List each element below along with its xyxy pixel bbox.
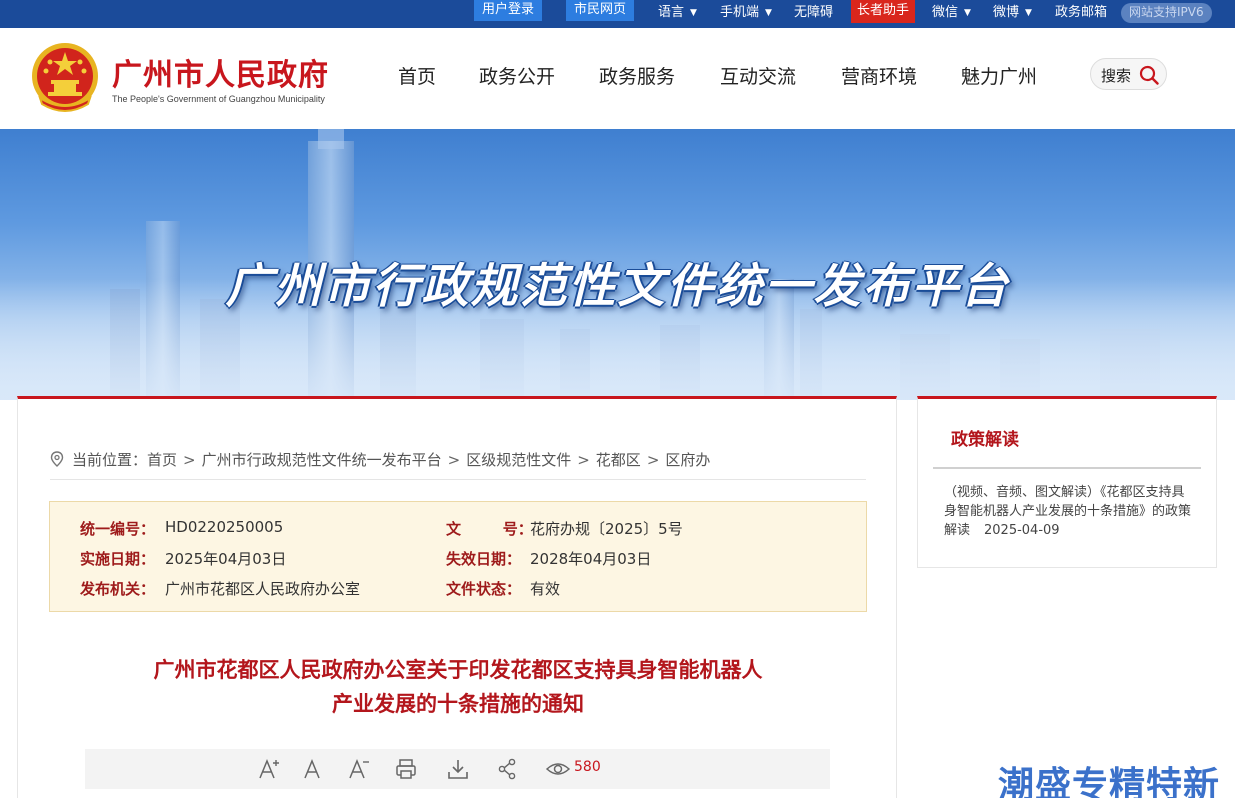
breadcrumb-separator: > [646, 451, 660, 469]
breadcrumb-district-docs[interactable]: 区级规范性文件 [466, 451, 571, 469]
breadcrumb: 当前位置：首页 > 广州市行政规范性文件统一发布平台 > 区级规范性文件 > 花都区 > 区府办 [50, 449, 710, 470]
breadcrumb-home[interactable]: 首页 [147, 451, 177, 469]
document-title: 广州市花都区人民政府办公室关于印发花都区支持具身智能机器人 产业发展的十条措施的… [18, 653, 898, 721]
breadcrumb-divider [50, 479, 866, 480]
nav-item-home[interactable]: 首页 [398, 62, 436, 89]
docno-label: 文 号： [446, 520, 533, 538]
document-toolbar: 580 [85, 749, 830, 789]
policy-interpretation-link[interactable]: （视频、音频、图文解读）《花都区支持具身智能机器人产业发展的十条措施》的政策解读… [944, 483, 1194, 540]
status-label: 文件状态： [446, 580, 522, 598]
font-decrease-icon[interactable] [347, 757, 371, 781]
panel-divider [933, 467, 1201, 469]
weibo-menu[interactable]: 微博 ▼ [993, 0, 1032, 28]
site-header: 广州市人民政府 The People's Government of Guang… [0, 28, 1235, 129]
download-icon[interactable] [446, 757, 470, 781]
issuer-label: 发布机关： [80, 580, 156, 598]
font-increase-icon[interactable] [257, 757, 281, 781]
docno-value: 花府办规〔2025〕5号 [530, 520, 683, 538]
serial-label: 统一编号： [80, 520, 156, 538]
status-value: 有效 [530, 580, 561, 598]
breadcrumb-separator: > [183, 451, 196, 469]
main-panel: 当前位置：首页 > 广州市行政规范性文件统一发布平台 > 区级规范性文件 > 花都区 > 区府办… [17, 396, 897, 798]
policy-interpretation-date: 2025-04-09 [984, 523, 1060, 538]
print-icon[interactable] [394, 757, 418, 781]
watermark-text: 潮盛专精特新 [998, 765, 1221, 798]
breadcrumb-office[interactable]: 区府办 [665, 451, 710, 469]
chevron-down-icon: ▼ [1025, 8, 1032, 18]
breadcrumb-separator: > [577, 451, 590, 469]
document-info-box: 统一编号： HD0220250005 文 号： 花府办规〔2025〕5号 实施日… [49, 501, 867, 612]
breadcrumb-separator: > [447, 451, 461, 469]
mobile-label: 手机端 [720, 5, 760, 20]
breadcrumb-prefix: 当前位置： [72, 451, 148, 469]
search-icon [1139, 65, 1159, 85]
banner-title: 广州市行政规范性文件统一发布平台 [225, 259, 1010, 314]
issuer-value: 广州市花都区人民政府办公室 [165, 580, 361, 598]
site-subtitle: The People's Government of Guangzhou Mun… [112, 94, 325, 104]
nav-item-charm[interactable]: 魅力广州 [961, 62, 1037, 89]
accessibility-link[interactable]: 无障碍 [794, 0, 833, 28]
language-label: 语言 [658, 5, 685, 20]
wechat-menu[interactable]: 微信 ▼ [932, 0, 971, 28]
weibo-label: 微博 [993, 5, 1020, 20]
nav-item-business[interactable]: 营商环境 [841, 62, 917, 89]
citizen-page-button[interactable]: 市民网页 [566, 0, 635, 21]
document-title-line-2: 产业发展的十条措施的通知 [332, 692, 584, 716]
policy-interpretation-heading: 政策解读 [951, 430, 1019, 450]
chevron-down-icon: ▼ [690, 8, 697, 18]
serial-value: HD0220250005 [165, 518, 284, 536]
document-title-line-1: 广州市花都区人民政府办公室关于印发花都区支持具身智能机器人 [153, 658, 763, 682]
share-icon[interactable] [497, 757, 517, 781]
view-count: 580 [574, 759, 601, 775]
language-menu[interactable]: 语言 ▼ [658, 0, 697, 28]
search-label: 搜索 [1101, 67, 1132, 85]
chevron-down-icon: ▼ [964, 8, 971, 18]
nav-item-interaction[interactable]: 互动交流 [720, 62, 796, 89]
expire-date-value: 2028年04月03日 [530, 550, 652, 568]
wechat-label: 微信 [932, 5, 959, 20]
breadcrumb-huadu[interactable]: 花都区 [596, 451, 641, 469]
ipv6-badge: 网站支持IPV6 [1121, 3, 1212, 23]
font-default-icon[interactable] [302, 757, 322, 781]
policy-interpretation-panel: 政策解读 （视频、音频、图文解读）《花都区支持具身智能机器人产业发展的十条措施》… [917, 396, 1217, 568]
nav-item-gov-affairs[interactable]: 政务公开 [479, 62, 555, 89]
breadcrumb-platform[interactable]: 广州市行政规范性文件统一发布平台 [202, 451, 442, 469]
site-title[interactable]: 广州市人民政府 [112, 50, 329, 94]
top-utility-bar: 用户登录 市民网页 语言 ▼ 手机端 ▼ 无障碍 长者助手 微信 ▼ 微博 ▼ 政务邮箱… [0, 0, 1235, 28]
eye-icon [545, 763, 571, 775]
location-icon [50, 451, 64, 467]
search-button[interactable]: 搜索 [1090, 58, 1167, 90]
nav-item-gov-services[interactable]: 政务服务 [599, 62, 675, 89]
effective-date-value: 2025年04月03日 [165, 550, 287, 568]
mobile-menu[interactable]: 手机端 ▼ [720, 0, 772, 28]
effective-date-label: 实施日期： [80, 550, 156, 568]
chevron-down-icon: ▼ [765, 8, 772, 18]
hero-banner: 广州市行政规范性文件统一发布平台 [0, 129, 1235, 400]
national-emblem-icon [32, 43, 98, 112]
expire-date-label: 失效日期： [446, 550, 522, 568]
gov-mail-link[interactable]: 政务邮箱 [1055, 0, 1107, 28]
policy-interpretation-text: （视频、音频、图文解读）《花都区支持具身智能机器人产业发展的十条措施》的政策解读 [944, 485, 1192, 538]
login-button[interactable]: 用户登录 [474, 0, 543, 21]
elder-helper-button[interactable]: 长者助手 [851, 0, 916, 23]
